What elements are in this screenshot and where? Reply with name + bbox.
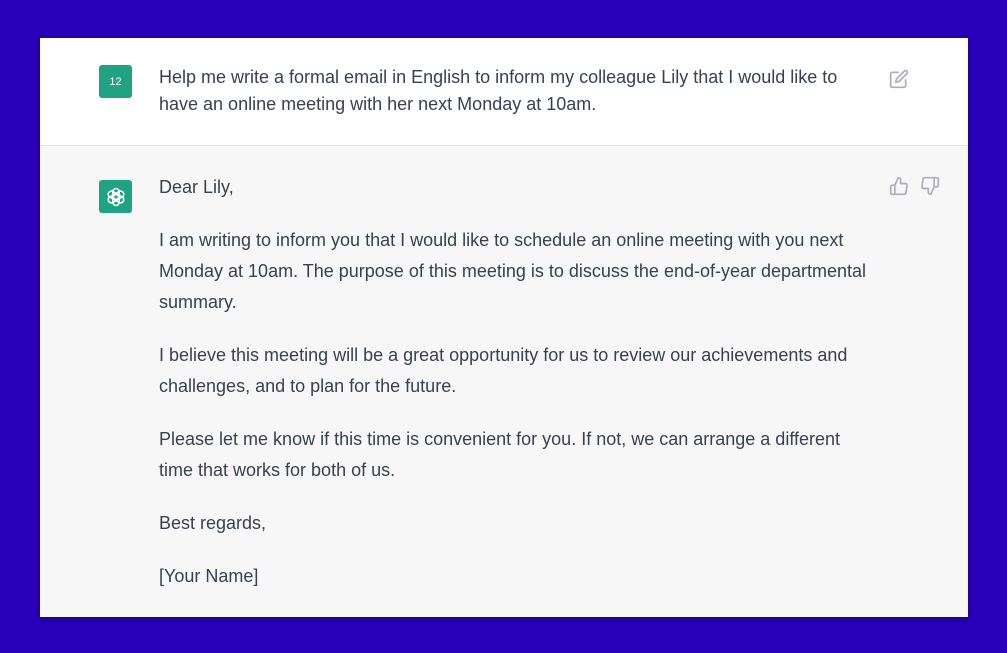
reply-paragraph: I am writing to inform you that I would … [159,230,867,312]
thumbs-up-icon[interactable] [889,176,909,196]
reply-closing: Best regards, [159,513,267,533]
user-avatar: 12 [99,65,132,98]
reply-paragraph: Please let me know if this time is conve… [159,429,841,480]
assistant-reply: Dear Lily, I am writing to inform you th… [159,172,879,614]
chat-card: 12 Help me write a formal email in Engli… [40,38,968,617]
reply-paragraph: I believe this meeting will be a great o… [159,345,848,396]
openai-logo-icon [99,180,132,213]
user-message-text: Help me write a formal email in English … [159,67,838,114]
thumbs-down-icon[interactable] [920,176,940,196]
reply-signature: [Your Name] [159,566,259,586]
edit-icon[interactable] [889,69,909,89]
user-message-row: 12 Help me write a formal email in Engli… [40,38,968,146]
reply-greeting: Dear Lily, [159,177,234,197]
user-avatar-label: 12 [109,75,122,88]
assistant-message-row: Dear Lily, I am writing to inform you th… [40,146,968,617]
